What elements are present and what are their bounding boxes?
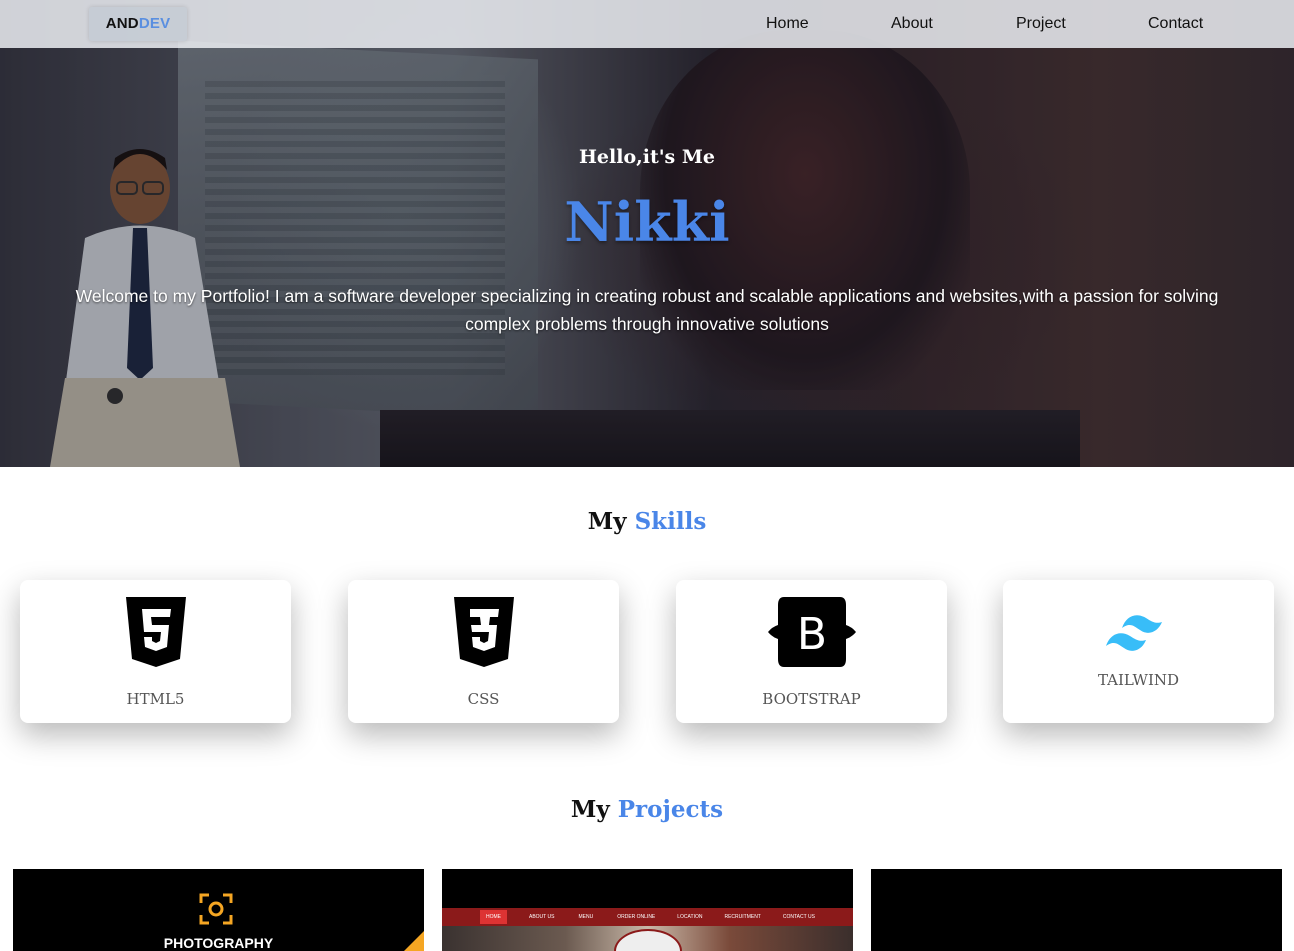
skill-card-html5[interactable]: HTML5: [20, 580, 291, 723]
css3-icon: [348, 597, 619, 667]
project-card-3[interactable]: [871, 869, 1282, 951]
nav-about[interactable]: About: [891, 14, 933, 34]
preview-nav-item: ORDER ONLINE: [617, 914, 656, 920]
html5-icon: [20, 597, 291, 667]
project-preview-navbar: HOME ABOUT US MENU ORDER ONLINE LOCATION…: [442, 908, 853, 926]
projects-heading-accent: Projects: [617, 796, 724, 823]
hero-section: Hello,it's Me Nikki Welcome to my Portfo…: [0, 0, 1294, 467]
project-card-photography[interactable]: PHOTOGRAPHY: [13, 869, 424, 951]
skill-card-tailwind[interactable]: TAILWIND: [1003, 580, 1274, 723]
camera-focus-icon: [199, 893, 233, 925]
hero-greeting: Hello,it's Me: [578, 146, 715, 168]
nav-project[interactable]: Project: [1016, 14, 1066, 34]
skill-label: TAILWIND: [1097, 671, 1180, 689]
project-card-restaurant[interactable]: HOME ABOUT US MENU ORDER ONLINE LOCATION…: [442, 869, 853, 951]
skills-heading-prefix: My: [587, 508, 627, 535]
hero-intro: Welcome to my Portfolio! I am a software…: [75, 286, 1219, 334]
skill-label: BOOTSTRAP: [762, 690, 861, 708]
preview-nav-item: RECRUITMENT: [724, 914, 761, 920]
nav-home[interactable]: Home: [766, 14, 809, 34]
preview-nav-item: HOME: [480, 910, 507, 924]
bootstrap-icon: B: [676, 597, 947, 667]
preview-nav-item: LOCATION: [677, 914, 703, 920]
preview-nav-item: ABOUT US: [529, 914, 555, 920]
skill-label: CSS: [467, 690, 500, 708]
skill-card-bootstrap[interactable]: B BOOTSTRAP: [676, 580, 947, 723]
project-corner-accent: [404, 931, 424, 951]
logo[interactable]: ANDDEV: [89, 7, 187, 41]
hero-name: Nikki: [564, 190, 730, 254]
projects-heading: My Projects: [0, 796, 1294, 823]
projects-heading-prefix: My: [570, 796, 610, 823]
skill-label: HTML5: [126, 690, 185, 708]
project-caption: PHOTOGRAPHY: [163, 935, 274, 951]
skills-heading-accent: Skills: [634, 508, 707, 535]
preview-nav-item: CONTACT US: [782, 914, 815, 920]
skills-heading: My Skills: [0, 508, 1294, 535]
svg-text:B: B: [796, 609, 826, 660]
logo-part-dev: DEV: [138, 15, 171, 32]
preview-nav-item: MENU: [578, 914, 594, 920]
logo-part-and: AND: [105, 15, 139, 32]
skill-card-css[interactable]: CSS: [348, 580, 619, 723]
tailwind-icon: [1003, 610, 1274, 654]
navbar: ANDDEV Home About Project Contact: [0, 0, 1294, 48]
nav-contact[interactable]: Contact: [1148, 14, 1203, 34]
